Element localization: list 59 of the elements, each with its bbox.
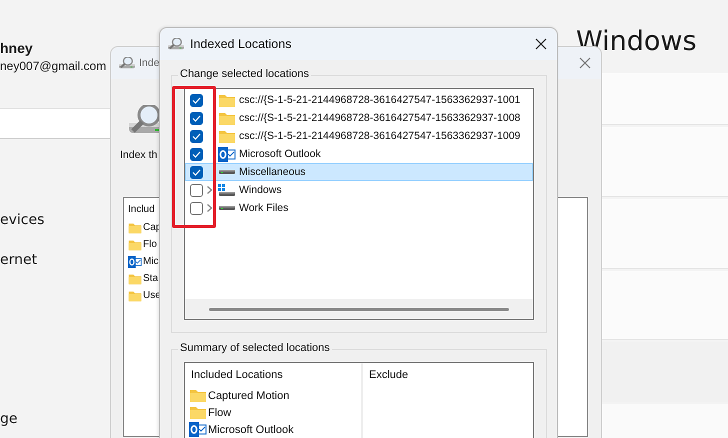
group-label: Summary of selected locations [178,342,332,354]
checkbox[interactable] [190,148,203,160]
user-name: hney [0,40,33,56]
checkmark-icon [192,114,201,122]
user-email: ney007@gmail.com [0,59,106,73]
tree-row[interactable]: Windows [185,181,533,199]
expand-chevron-icon[interactable] [206,203,213,213]
tree-row[interactable]: csc://{S-1-5-21-2144968728-3616427547-1563362937-1008 [185,109,533,127]
folder-icon [218,128,236,144]
location-label: Flow [208,406,232,418]
nav-item[interactable]: evices [0,212,44,228]
column-header: Exclude [369,369,410,381]
tree-row[interactable]: Work Files [185,199,533,217]
checkmark-icon [192,96,201,104]
checkbox[interactable] [190,202,203,214]
location-label: Flo [143,239,157,250]
folder-icon [218,92,236,108]
page-title: Windows [576,26,697,57]
search-drive-icon [168,38,184,50]
location-label: Captured Motion [208,390,290,402]
location-label: Microsoft Outlook [208,424,294,436]
outlook-icon [128,256,142,268]
tree-row[interactable]: csc://{S-1-5-21-2144968728-3616427547-1563362937-1001 [185,91,533,109]
checkmark-icon [192,132,201,140]
windows-drive-icon [218,184,236,196]
outlook-icon [218,146,236,162]
close-icon[interactable] [535,38,547,50]
checkbox[interactable] [190,94,203,106]
folder-icon [128,290,142,302]
tree-row[interactable]: Miscellaneous [185,163,533,181]
location-label: Sta [143,273,158,284]
group-label: Change selected locations [178,68,312,80]
folder-icon [128,222,142,234]
folder-icon [218,110,236,126]
expand-chevron-icon[interactable] [206,185,213,195]
intro-text: Index th [120,149,158,161]
drive-icon [219,206,235,210]
tree-row[interactable]: Microsoft Outlook [185,145,533,163]
checkmark-icon [192,168,201,176]
nav-item[interactable]: ge [0,411,18,427]
checkbox[interactable] [190,166,203,178]
checkmark-icon [192,150,201,158]
folder-icon [128,272,142,284]
column-header: Included Locations [191,369,284,381]
tree-row[interactable]: csc://{S-1-5-21-2144968728-3616427547-1563362937-1009 [185,127,533,145]
window-title: Inde [139,57,160,69]
folder-icon [128,238,142,250]
location-label: Mic [143,256,159,267]
drive-icon [219,170,235,174]
folder-icon [189,405,207,420]
folder-icon [189,388,207,403]
checkbox[interactable] [190,130,203,142]
checkbox[interactable] [190,184,203,196]
column-header: Includ [128,204,155,215]
dialog-title: Indexed Locations [190,37,292,51]
scrollbar-thumb[interactable] [209,308,509,310]
checkbox[interactable] [190,112,203,124]
search-drive-icon [119,56,135,70]
nav-item[interactable]: ernet [0,252,38,268]
